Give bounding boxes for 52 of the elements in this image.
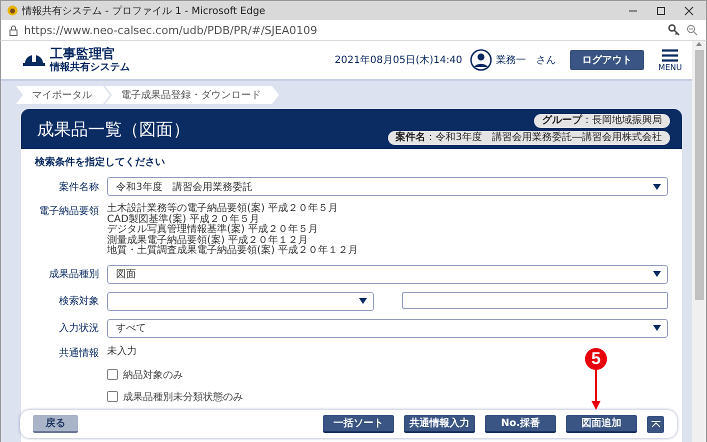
text-field[interactable] bbox=[402, 292, 668, 308]
checkbox[interactable] bbox=[107, 369, 118, 380]
field-label: 案件名称 bbox=[58, 180, 99, 194]
group-pill: グループ：長岡地域振興局 bbox=[534, 114, 670, 128]
user-name: 業務一 さん bbox=[496, 54, 556, 67]
back-button[interactable]: 戻る bbox=[33, 415, 78, 433]
chevron-up-icon bbox=[650, 420, 660, 428]
checkbox-label: 納品対象のみ bbox=[123, 368, 183, 382]
window-title: 情報共有システム - プロファイル 1 - Microsoft Edge bbox=[22, 4, 266, 18]
guideline-list: 土木設計業務等の電子納品要領(案) 平成２０年５月 CAD製図基準(案) 平成２０年５月 デジタル写真管理情報基準(案) 平成２０年５月 測量成果電子納品要領(案) 平成２０年１２月 地質・土質調査成果電子納品要領(案) 平成２０年１２月 bbox=[107, 204, 668, 256]
key-icon[interactable] bbox=[668, 24, 680, 36]
caret-icon bbox=[653, 325, 661, 331]
field-value: 未入力 bbox=[107, 347, 138, 358]
scroll-up-icon bbox=[695, 41, 703, 47]
dropdown[interactable]: 図面 bbox=[107, 264, 668, 284]
logo-title: 工事監理官 bbox=[50, 48, 116, 62]
maximize-icon[interactable] bbox=[656, 6, 666, 16]
dropdown[interactable]: すべて bbox=[107, 318, 668, 338]
action-button[interactable]: No.採番 bbox=[485, 415, 556, 433]
arrow-down-icon bbox=[591, 370, 601, 410]
action-button[interactable]: 一括ソート bbox=[323, 415, 394, 433]
caret-icon bbox=[358, 298, 366, 304]
breadcrumb-link[interactable]: 電子成果品登録・ダウンロード bbox=[105, 86, 279, 104]
page-title: 成果品一覧（図面） bbox=[37, 118, 191, 140]
section-heading: 検索条件を指定してください bbox=[35, 155, 166, 169]
field-label: 成果品種別 bbox=[48, 268, 99, 281]
logout-button[interactable]: ログアウト bbox=[570, 50, 644, 70]
dropdown[interactable]: 令和3年度 講習会用業務委託 bbox=[107, 177, 668, 196]
helmet-icon bbox=[23, 53, 45, 67]
field-label: 電子納品要領 bbox=[38, 205, 99, 218]
field-label: 検索対象 bbox=[58, 294, 99, 308]
action-button[interactable]: 図面追加 bbox=[566, 415, 637, 433]
field-label: 入力状況 bbox=[58, 322, 99, 335]
logo-subtitle: 情報共有システム bbox=[50, 62, 130, 72]
action-button[interactable]: 共通情報入力 bbox=[404, 415, 475, 433]
caret-icon bbox=[653, 271, 661, 277]
dropdown[interactable] bbox=[107, 292, 374, 310]
user-avatar-icon bbox=[470, 49, 492, 71]
menu-icon bbox=[662, 48, 678, 62]
close-icon[interactable] bbox=[684, 6, 694, 16]
case-name-pill: 案件名：令和3年度 講習会用業務委託―講習会用株式会社 bbox=[388, 130, 670, 144]
lock-icon bbox=[9, 24, 18, 36]
menu-button[interactable]: MENU bbox=[658, 48, 682, 72]
scroll-top-button[interactable] bbox=[647, 416, 664, 432]
date-time: 2021年08月05日(木)14:40 bbox=[334, 54, 462, 67]
breadcrumb-link[interactable]: マイポータル bbox=[16, 86, 110, 104]
zoom-out-icon[interactable] bbox=[686, 24, 698, 36]
scrollbar-thumb[interactable] bbox=[694, 50, 704, 300]
checkbox[interactable] bbox=[107, 391, 118, 402]
field-label: 共通情報 bbox=[58, 346, 99, 360]
checkbox-label: 成果品種別未分類状態のみ bbox=[123, 390, 243, 404]
caret-icon bbox=[653, 184, 661, 190]
